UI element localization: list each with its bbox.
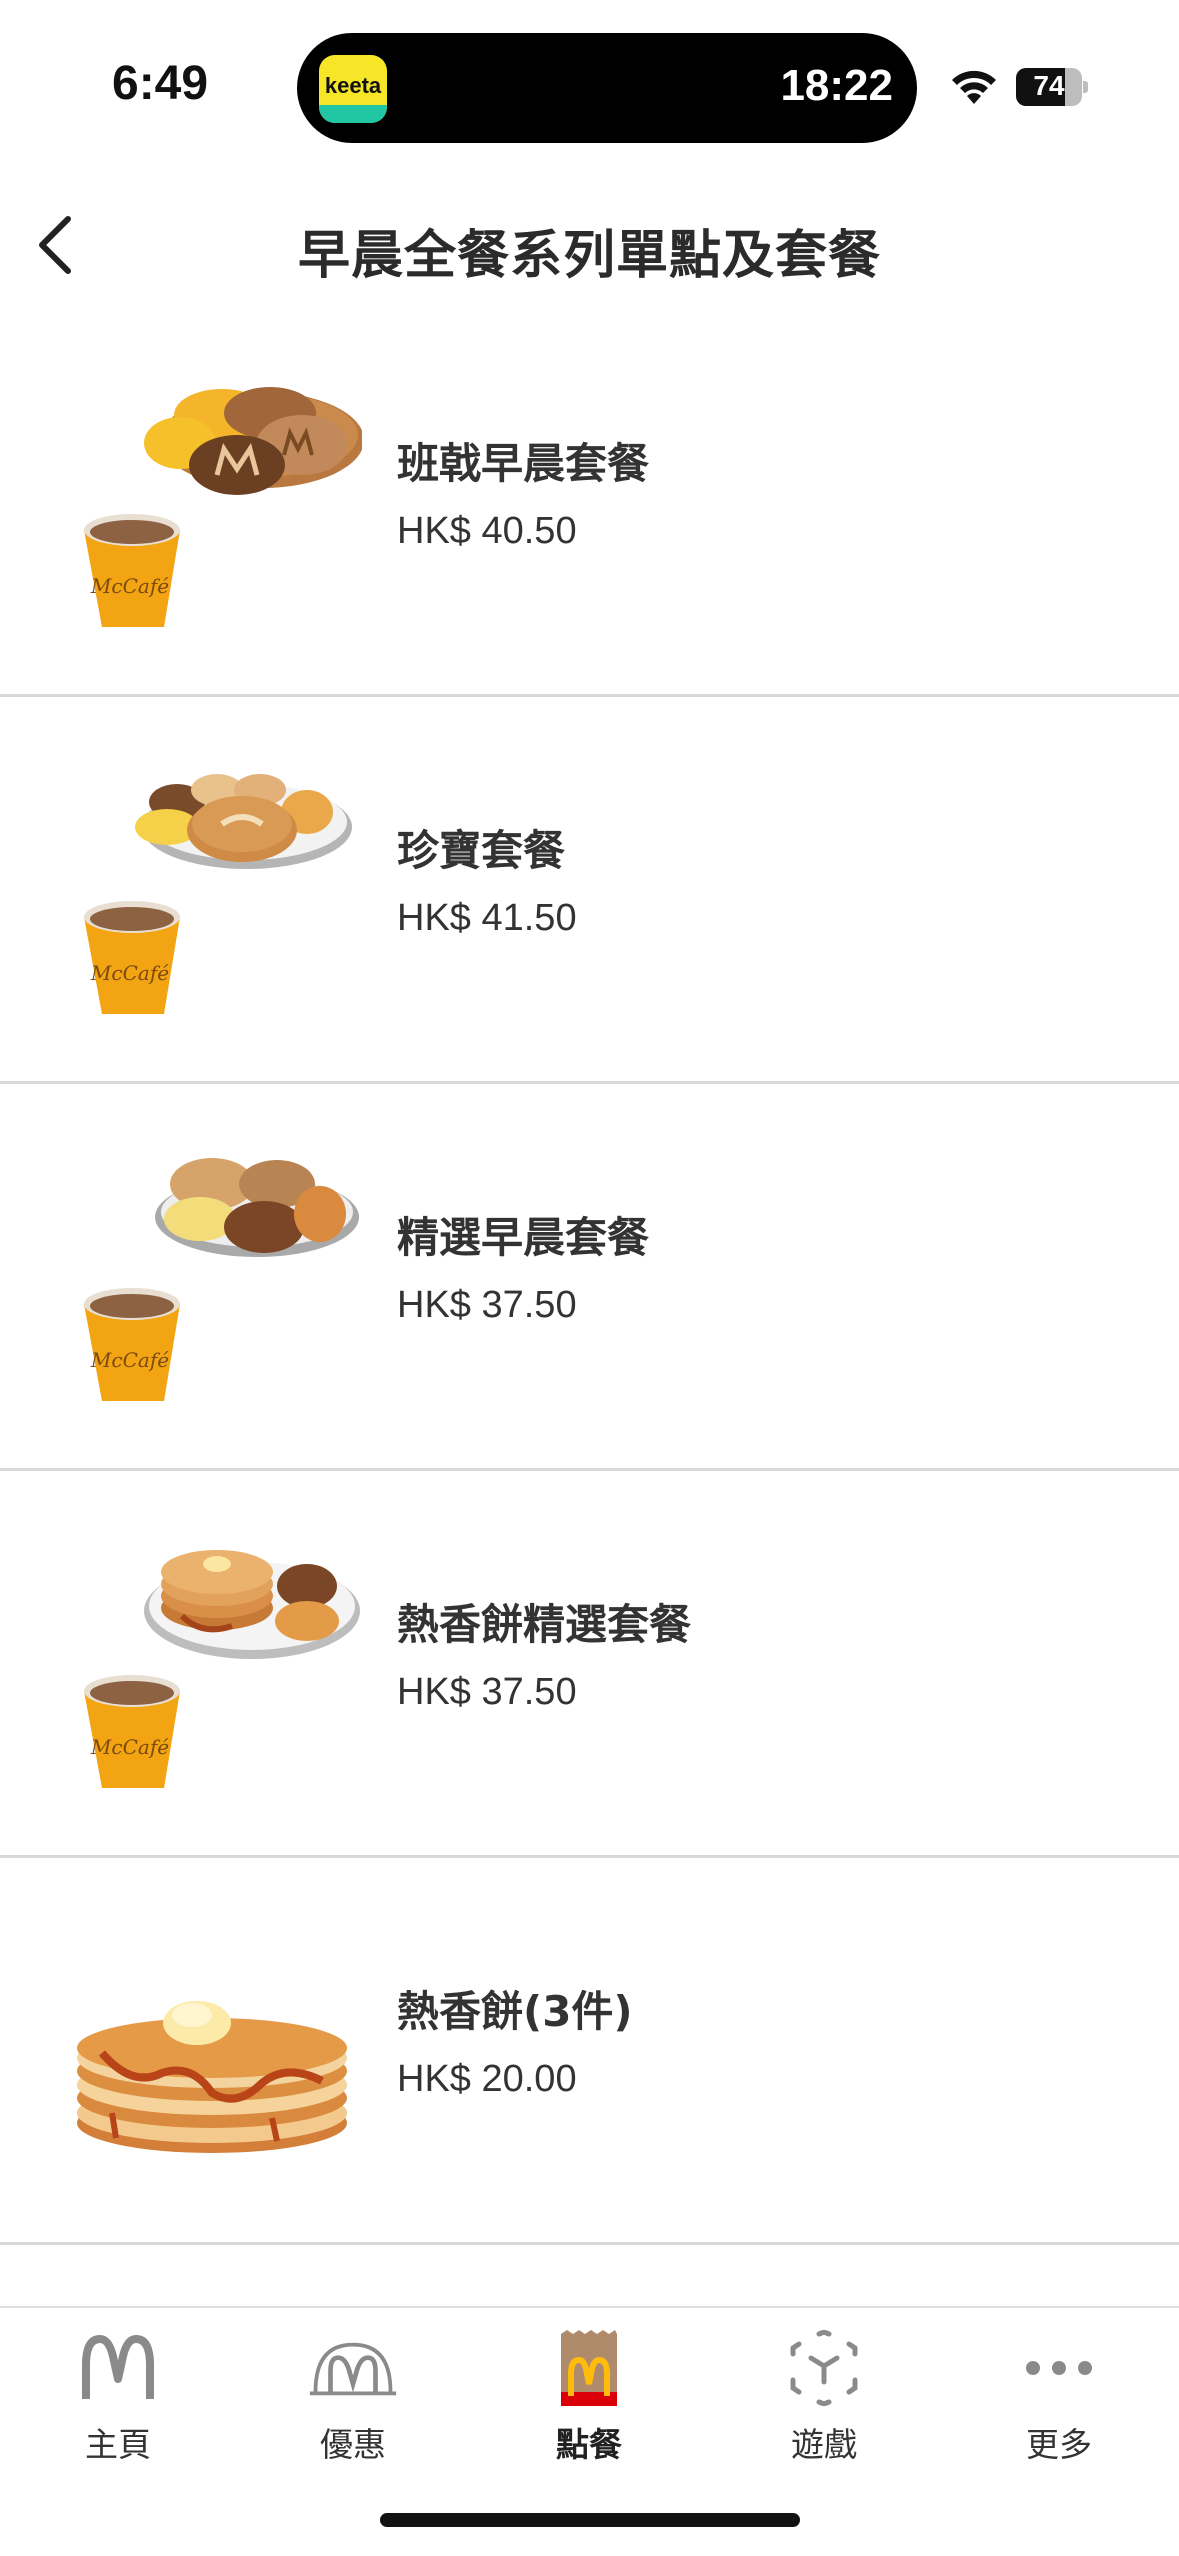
page-title: 早晨全餐系列單點及套餐 xyxy=(297,226,881,286)
tab-label: 優惠 xyxy=(320,2425,386,2464)
mccafe-cup-label: McCafé xyxy=(90,961,169,985)
tab-label: 主頁 xyxy=(85,2425,151,2464)
mccafe-cup-label: McCafé xyxy=(90,574,169,598)
tab-more[interactable]: 更多 xyxy=(959,2328,1159,2478)
big-breakfast-set-image: McCafé xyxy=(84,774,352,1014)
breakfast-platter-set-image: McCafé xyxy=(84,1158,359,1401)
mccafe-cup-label: McCafé xyxy=(90,1348,169,1372)
hotcakes-stack-image xyxy=(77,2001,347,2153)
item-name: 熱香餅(3件) xyxy=(397,1987,633,2036)
golden-arches-icon xyxy=(82,2335,154,2399)
item-price: HK$ 37.50 xyxy=(397,1671,577,1713)
tab-label: 遊戲 xyxy=(791,2425,857,2464)
game-cube-icon xyxy=(790,2330,858,2406)
keeta-app-icon: keeta xyxy=(319,55,387,123)
status-time: 6:49 xyxy=(112,57,209,110)
hotcakes-sausage-set-image: McCafé xyxy=(84,387,362,627)
item-name: 精選早晨套餐 xyxy=(397,1213,650,1262)
hotcakes-platter-set-image: McCafé xyxy=(84,1550,360,1788)
menu-item[interactable]: McCafé 珍寶套餐 HK$ 41.50 xyxy=(0,697,1179,1084)
keeta-logo-text: keeta xyxy=(324,73,382,98)
menu-item[interactable]: 熱香餅(3件) HK$ 20.00 xyxy=(0,1858,1179,2245)
menu-item[interactable]: McCafé 熱香餅精選套餐 HK$ 37.50 xyxy=(0,1471,1179,1858)
menu-list: McCafé 班戟早晨套餐 HK$ 40.50 McCafé 珍寶套餐 HK$ … xyxy=(0,310,1179,2245)
wifi-icon xyxy=(952,70,996,104)
menu-item[interactable]: McCafé 班戟早晨套餐 HK$ 40.50 xyxy=(0,310,1179,697)
tab-games[interactable]: 遊戲 xyxy=(724,2328,924,2478)
item-price: HK$ 40.50 xyxy=(397,510,577,552)
island-time: 18:22 xyxy=(780,61,893,110)
mccafe-cup-label: McCafé xyxy=(90,1735,169,1759)
item-name: 熱香餅精選套餐 xyxy=(397,1600,692,1649)
item-price: HK$ 37.50 xyxy=(397,1284,577,1326)
item-name: 珍寶套餐 xyxy=(397,826,566,875)
tab-label: 更多 xyxy=(1026,2425,1092,2464)
home-indicator[interactable] xyxy=(380,2513,800,2527)
battery-level: 74 xyxy=(1033,70,1065,101)
menu-item[interactable]: McCafé 精選早晨套餐 HK$ 37.50 xyxy=(0,1084,1179,1471)
tab-home[interactable]: 主頁 xyxy=(18,2328,218,2478)
order-bag-icon xyxy=(561,2330,617,2406)
tab-offers[interactable]: 優惠 xyxy=(253,2328,453,2478)
offers-arches-icon xyxy=(309,2342,397,2396)
header: 早晨全餐系列單點及套餐 xyxy=(0,175,1179,315)
tab-order[interactable]: 點餐 xyxy=(489,2328,689,2478)
status-bar: 6:49 keeta 18:22 74 xyxy=(0,0,1179,150)
item-name: 班戟早晨套餐 xyxy=(397,439,650,488)
more-dots-icon xyxy=(1026,2361,1092,2375)
battery-indicator: 74 xyxy=(1016,68,1088,106)
dynamic-island[interactable]: keeta 18:22 xyxy=(297,33,917,143)
item-price: HK$ 41.50 xyxy=(397,897,577,939)
tab-label: 點餐 xyxy=(556,2425,622,2464)
item-price: HK$ 20.00 xyxy=(397,2058,577,2100)
